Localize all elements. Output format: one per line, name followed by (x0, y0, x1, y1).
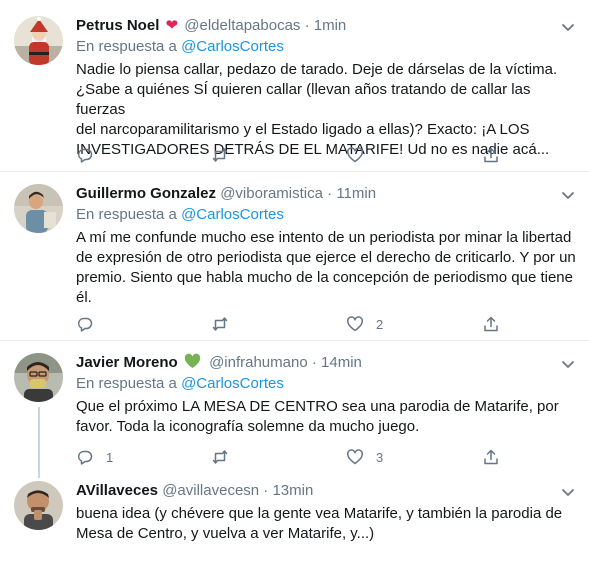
like-button[interactable]: 3 (346, 447, 383, 467)
share-icon (484, 147, 498, 163)
tweet[interactable]: Petrus Noel ❤ @eldeltapabocas · 1min En … (0, 0, 589, 172)
like-button[interactable]: 2 (346, 314, 383, 334)
tweet[interactable]: AVillaveces @avillavecesn · 13min buena … (0, 478, 589, 562)
reply-icon (77, 317, 93, 332)
tweet-text: Que el próximo LA MESA DE CENTRO sea una… (76, 397, 577, 437)
retweet-button[interactable] (211, 145, 241, 165)
reply-button[interactable] (76, 145, 106, 165)
reply-prefix: En respuesta a (76, 206, 177, 223)
reply-context: En respuesta a @CarlosCortes (76, 205, 577, 225)
tweet-actions: 1 3 (76, 447, 506, 467)
avatar[interactable] (14, 16, 63, 65)
tweet-text-line: premio. Siento que habla mucho de la con… (76, 269, 573, 286)
retweet-icon (212, 148, 228, 162)
tweet[interactable]: Javier Moreno @infrahumano · 14min En re… (0, 341, 589, 478)
reply-context: En respuesta a @CarlosCortes (76, 37, 577, 57)
tweet-actions: 2 (76, 314, 506, 334)
like-icon (346, 147, 364, 163)
user-handle[interactable]: @viboramistica (220, 185, 323, 202)
tweet-header: Javier Moreno @infrahumano · 14min (76, 353, 577, 373)
tweet-actions (76, 145, 506, 165)
tweet-text-line: favor. Toda la iconografía solemne da mu… (76, 418, 420, 435)
tweet-text-line: del narcoparamilitarismo y el Estado lig… (76, 121, 530, 138)
reply-context: En respuesta a @CarlosCortes (76, 374, 577, 394)
chevron-down-icon[interactable] (559, 186, 577, 204)
display-name[interactable]: Petrus Noel (76, 17, 159, 34)
timestamp[interactable]: 14min (321, 354, 362, 371)
red-heart-icon: ❤ (165, 17, 179, 34)
reply-prefix: En respuesta a (76, 375, 177, 392)
separator: · (263, 482, 269, 499)
share-button[interactable] (482, 447, 500, 467)
display-name[interactable]: Guillermo Gonzalez (76, 185, 216, 202)
timestamp[interactable]: 1min (314, 17, 347, 34)
reply-to-link[interactable]: @CarlosCortes (181, 38, 284, 55)
chevron-down-icon[interactable] (559, 483, 577, 501)
display-name[interactable]: Javier Moreno (76, 354, 178, 371)
tweet[interactable]: Guillermo Gonzalez @viboramistica · 11mi… (0, 172, 589, 341)
reply-count: 1 (106, 449, 114, 465)
tweet-text-line: A mí me confunde mucho ese intento de un… (76, 229, 572, 246)
like-count: 2 (376, 316, 384, 332)
separator: · (304, 17, 310, 34)
tweet-text-line: Que el próximo LA MESA DE CENTRO sea una… (76, 398, 559, 415)
reply-thread: Petrus Noel ❤ @eldeltapabocas · 1min En … (0, 0, 589, 560)
avatar[interactable] (14, 353, 63, 402)
reply-button[interactable] (76, 314, 106, 334)
timestamp[interactable]: 13min (272, 482, 313, 499)
chevron-down-icon[interactable] (559, 18, 577, 36)
reply-prefix: En respuesta a (76, 38, 177, 55)
avatar[interactable] (14, 184, 63, 233)
user-handle[interactable]: @eldeltapabocas (184, 17, 300, 34)
timestamp[interactable]: 11min (336, 185, 376, 202)
green-heart-icon (184, 353, 201, 369)
like-button[interactable] (346, 145, 376, 165)
avatar[interactable] (14, 481, 63, 530)
share-button[interactable] (482, 314, 500, 334)
tweet-text-line: buena idea (y chévere que la gente vea M… (76, 505, 563, 522)
tweet-text-line: Mesa de Centro, y vuelva a ver Matarife,… (76, 525, 375, 542)
tweet-text-line: él. (76, 289, 92, 306)
reply-icon (77, 148, 93, 163)
retweet-button[interactable] (211, 447, 241, 467)
tweet-header: AVillaveces @avillavecesn · 13min (76, 481, 577, 501)
tweet-text: A mí me confunde mucho ese intento de un… (76, 228, 577, 308)
thread-connector (38, 407, 40, 478)
tweet-text-line: ¿Sabe a quiénes SÍ quieren callar (lleva… (76, 81, 531, 118)
share-button[interactable] (482, 145, 500, 165)
separator: · (311, 354, 317, 371)
retweet-icon (212, 450, 228, 464)
tweet-header: Guillermo Gonzalez @viboramistica · 11mi… (76, 184, 577, 204)
retweet-icon (212, 317, 228, 331)
tweet-text-line: de expresión de otro periodista que ejer… (76, 249, 576, 266)
like-count: 3 (376, 449, 384, 465)
reply-button[interactable]: 1 (76, 447, 113, 467)
tweet-header: Petrus Noel ❤ @eldeltapabocas · 1min (76, 16, 577, 36)
tweet-text-line: Nadie lo piensa callar, pedazo de tarado… (76, 61, 558, 78)
user-handle[interactable]: @infrahumano (209, 354, 308, 371)
display-name[interactable]: AVillaveces (76, 482, 158, 499)
like-icon (346, 449, 364, 465)
share-icon (484, 316, 498, 332)
retweet-button[interactable] (211, 314, 241, 334)
tweet-text: buena idea (y chévere que la gente vea M… (76, 504, 577, 544)
user-handle[interactable]: @avillavecesn (162, 482, 259, 499)
reply-icon (77, 450, 93, 465)
chevron-down-icon[interactable] (559, 355, 577, 373)
reply-to-link[interactable]: @CarlosCortes (181, 375, 284, 392)
like-icon (346, 316, 364, 332)
share-icon (484, 449, 498, 465)
reply-to-link[interactable]: @CarlosCortes (181, 206, 284, 223)
separator: · (327, 185, 333, 202)
